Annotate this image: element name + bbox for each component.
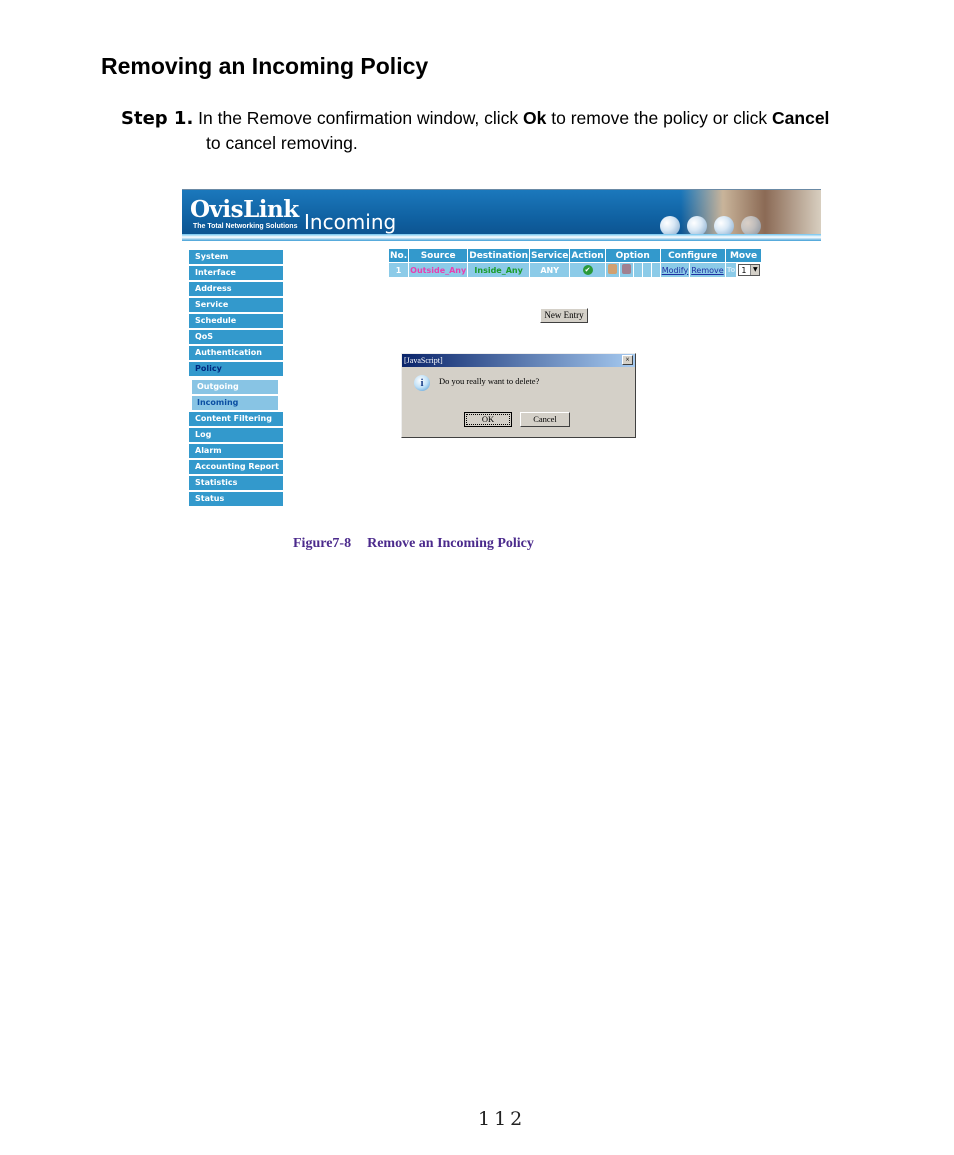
cell-option-empty	[633, 263, 642, 277]
policy-table: No. Source Destination Service Action Op…	[388, 248, 762, 278]
dialog-titlebar: [JavaScript] ×	[402, 354, 635, 367]
policy-submenu: Outgoing Incoming	[189, 378, 283, 410]
page-title: Incoming	[304, 210, 397, 234]
remove-link[interactable]: Remove	[691, 266, 723, 275]
column-header-option: Option	[605, 249, 660, 262]
move-select[interactable]: 1 ▼	[738, 264, 761, 276]
table-row: 1 Outside_Any Inside_Any ANY ✔ Modify Re…	[389, 263, 762, 277]
ovislink-logo: OvisLink	[190, 196, 299, 223]
sidebar-item-status[interactable]: Status	[189, 492, 283, 506]
globe-icon	[687, 216, 707, 236]
sidebar-item-alarm[interactable]: Alarm	[189, 444, 283, 458]
confirm-dialog: [JavaScript] × i Do you really want to d…	[401, 353, 636, 438]
step-text: to remove the policy or click	[546, 108, 773, 128]
sidebar-item-qos[interactable]: QoS	[189, 330, 283, 344]
cell-configure: Remove	[690, 263, 725, 277]
move-select-value: 1	[741, 265, 747, 275]
sidebar-item-accounting-report[interactable]: Accounting Report	[189, 460, 283, 474]
cell-service: ANY	[530, 263, 570, 277]
banner-stripe	[182, 234, 821, 241]
cell-source: Outside_Any	[409, 263, 468, 277]
cancel-button[interactable]: Cancel	[520, 412, 570, 427]
cell-option-empty	[642, 263, 651, 277]
section-heading: Removing an Incoming Policy	[101, 53, 429, 79]
figure-number: Figure7-8	[293, 536, 352, 551]
cell-option	[605, 263, 619, 277]
step-bold-ok: Ok	[523, 108, 547, 128]
column-header-service: Service	[530, 249, 570, 262]
cell-option-empty	[651, 263, 660, 277]
cell-destination: Inside_Any	[468, 263, 529, 277]
permit-check-icon: ✔	[582, 265, 593, 275]
figure-caption: Figure7-8 Remove an Incoming Policy	[293, 536, 534, 552]
log-icon	[607, 264, 617, 274]
step-text: In the Remove confirmation window, click	[193, 108, 524, 128]
sidebar-item-address[interactable]: Address	[189, 282, 283, 296]
move-to-label: To	[725, 263, 737, 277]
sidebar-item-system[interactable]: System	[189, 250, 283, 264]
sidebar-item-authentication[interactable]: Authentication	[189, 346, 283, 360]
ok-button[interactable]: OK	[464, 412, 512, 427]
close-icon[interactable]: ×	[622, 355, 633, 365]
globe-icon	[741, 216, 761, 236]
sidebar-item-log[interactable]: Log	[189, 428, 283, 442]
table-header-row: No. Source Destination Service Action Op…	[389, 249, 762, 262]
globe-icon	[660, 216, 680, 236]
sidebar-item-interface[interactable]: Interface	[189, 266, 283, 280]
logo-tagline: The Total Networking Solutions	[193, 223, 298, 230]
new-entry-button[interactable]: New Entry	[540, 308, 588, 323]
globe-icon	[714, 216, 734, 236]
step-bold-cancel: Cancel	[772, 108, 830, 128]
modify-link[interactable]: Modify	[662, 266, 689, 275]
step-label: Step 1.	[121, 108, 194, 129]
sidebar-item-content-filtering[interactable]: Content Filtering	[189, 412, 283, 426]
page-number: 112	[478, 1108, 527, 1130]
chevron-down-icon: ▼	[750, 265, 760, 275]
app-banner: OvisLink The Total Networking Solutions …	[182, 189, 821, 241]
figure-screenshot: OvisLink The Total Networking Solutions …	[182, 189, 821, 511]
column-header-no: No.	[389, 249, 409, 262]
dialog-message: Do you really want to delete?	[439, 376, 540, 386]
cell-configure: Modify	[660, 263, 690, 277]
cell-option	[619, 263, 633, 277]
cell-move: 1 ▼	[737, 263, 762, 277]
step-text-line2: to cancel removing.	[206, 133, 358, 153]
sidebar-subitem-incoming[interactable]: Incoming	[192, 396, 278, 410]
sidebar-item-schedule[interactable]: Schedule	[189, 314, 283, 328]
statistics-icon	[621, 264, 631, 274]
info-icon: i	[414, 375, 430, 391]
cell-no: 1	[389, 263, 409, 277]
dialog-title: [JavaScript]	[404, 356, 443, 365]
column-header-move: Move	[725, 249, 762, 262]
cell-action: ✔	[570, 263, 605, 277]
sidebar-subitem-outgoing[interactable]: Outgoing	[192, 380, 278, 394]
sidebar-item-policy[interactable]: Policy	[189, 362, 283, 376]
column-header-configure: Configure	[660, 249, 725, 262]
figure-title: Remove an Incoming Policy	[367, 536, 534, 551]
sidebar: System Interface Address Service Schedul…	[189, 250, 283, 508]
sidebar-item-service[interactable]: Service	[189, 298, 283, 312]
column-header-source: Source	[409, 249, 468, 262]
step-1: Step 1. In the Remove confirmation windo…	[121, 104, 921, 133]
sidebar-item-statistics[interactable]: Statistics	[189, 476, 283, 490]
column-header-destination: Destination	[468, 249, 529, 262]
column-header-action: Action	[570, 249, 605, 262]
